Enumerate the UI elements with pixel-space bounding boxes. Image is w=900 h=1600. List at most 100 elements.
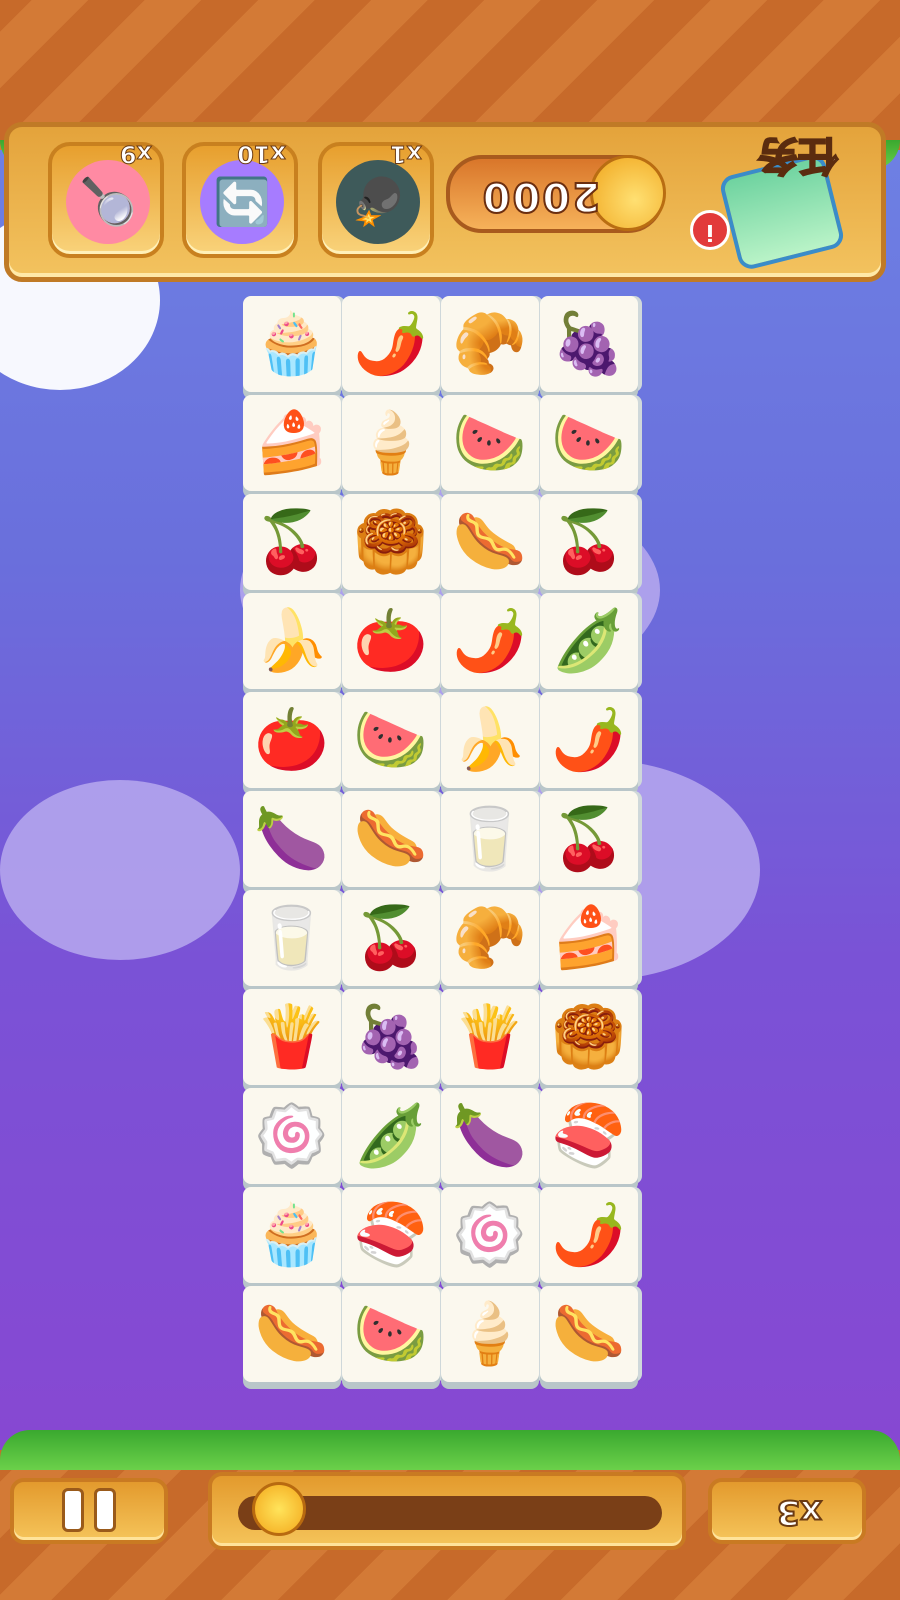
task-label: 任务 [757,131,839,179]
tile[interactable]: 🍒 [342,890,440,986]
tile-item-icon: 🍥 [254,1101,330,1171]
tile[interactable]: 🌭 [243,1286,341,1382]
tile[interactable]: 🍦 [441,1286,539,1382]
tile[interactable]: 🧁 [243,296,341,392]
tile-item-icon: 🌭 [551,1299,627,1369]
powerup-count: x1 [389,140,422,169]
tile[interactable]: 🍉 [342,692,440,788]
pause-button[interactable] [30,1488,158,1540]
tile[interactable]: 🥐 [441,296,539,392]
tile[interactable]: 🥐 [441,890,539,986]
tile[interactable]: 🌭 [342,791,440,887]
tile-item-icon: 🍒 [353,903,429,973]
tile-item-icon: 🌭 [452,507,528,577]
tile[interactable]: 🍟 [243,989,341,1085]
powerup-count: x9 [119,140,152,169]
tile-item-icon: 🌶️ [551,1200,627,1270]
tile[interactable]: 🫛 [540,593,638,689]
grass-strip-top [0,1430,900,1470]
info-icon[interactable]: i [690,210,730,250]
tile-item-icon: 🧁 [254,1200,330,1270]
tile[interactable]: 🍇 [540,296,638,392]
coin-icon [590,155,666,231]
pause-icon [62,1488,116,1532]
tile[interactable]: 🍥 [441,1187,539,1283]
tile[interactable]: 🥮 [342,494,440,590]
tile[interactable]: 🍉 [441,395,539,491]
tile-item-icon: 🥮 [551,1002,627,1072]
tile[interactable]: 🥮 [540,989,638,1085]
tile[interactable]: 🍣 [540,1088,638,1184]
powerup-shuffle-button[interactable]: 🔄 x10 [182,140,298,258]
tile[interactable]: 🌭 [540,1286,638,1382]
tile[interactable]: 🍥 [243,1088,341,1184]
tile[interactable]: 🫛 [342,1088,440,1184]
tile-item-icon: 🍣 [551,1101,627,1171]
tile[interactable]: 🍦 [342,395,440,491]
tile[interactable]: 🍅 [243,692,341,788]
powerup-bomb-button[interactable]: 💣 x1 [318,140,434,258]
tile[interactable]: 🥛 [441,791,539,887]
tile[interactable]: 🍌 [441,692,539,788]
level-progress-bar [228,1482,672,1544]
tile[interactable]: 🥛 [243,890,341,986]
tile-item-icon: 🍌 [452,705,528,775]
tile[interactable]: 🍰 [243,395,341,491]
tile-item-icon: 🍥 [452,1200,528,1270]
tile-item-icon: 🍆 [254,804,330,874]
tile-item-icon: 🍌 [254,606,330,676]
tile-item-icon: 🍉 [353,1299,429,1369]
game-stage: x3 🧁 🌶️ 🥐 🍇 🍰 🍦 🍉 🍉 🍒 🥮 🌭 🍒 🍌 🍅 🌶️ 🫛 🍅 🍉 🍌 🌶️ 🍆 🌭 🥛 🍒 🥛 🍒 🥐 🍰 🍟 🍇 🍟 🥮 🍥 🫛… [0,0,900,1600]
tile-item-icon: 🍅 [254,705,330,775]
tile-item-icon: 🍒 [551,804,627,874]
tile-item-icon: 🍣 [353,1200,429,1270]
task-button[interactable]: 任务 i [690,131,856,280]
tile[interactable]: 🍟 [441,989,539,1085]
tile[interactable]: 🍆 [441,1088,539,1184]
tile-item-icon: 🫛 [551,606,627,676]
tile-item-icon: 🌶️ [353,309,429,379]
coin-counter: 2000 [446,155,666,233]
tile[interactable]: 🌶️ [540,692,638,788]
tile[interactable]: 🍉 [540,395,638,491]
powerup-count: x10 [237,140,287,169]
tile[interactable]: 🌶️ [540,1187,638,1283]
tile[interactable]: 🍇 [342,989,440,1085]
tile[interactable]: 🌶️ [441,593,539,689]
tile-item-icon: 🌶️ [452,606,528,676]
tile[interactable]: 🍉 [342,1286,440,1382]
tile-item-icon: 🍉 [551,408,627,478]
tile-item-icon: 🍆 [452,1101,528,1171]
tile-item-icon: 🥐 [452,903,528,973]
shuffle-icon: 🔄 [200,160,284,244]
tile-item-icon: 🍦 [452,1299,528,1369]
tile-item-icon: 🍒 [254,507,330,577]
tile[interactable]: 🌭 [441,494,539,590]
tile-item-icon: 🍟 [452,1002,528,1072]
sun-knob-icon [252,1482,306,1536]
tile[interactable]: 🍒 [540,494,638,590]
tile[interactable]: 🌶️ [342,296,440,392]
tile-item-icon: 🍟 [254,1002,330,1072]
tile-item-icon: 🍉 [452,408,528,478]
tile[interactable]: 🍒 [540,791,638,887]
tile-item-icon: 🍒 [551,507,627,577]
tile-item-icon: 🫛 [353,1101,429,1171]
tile[interactable]: 🍆 [243,791,341,887]
tile[interactable]: 🍒 [243,494,341,590]
tile-item-icon: 🍉 [353,705,429,775]
powerup-magnifier-button[interactable]: 🔍 x9 [48,140,164,258]
tile[interactable]: 🍣 [342,1187,440,1283]
lives-count: x3 [775,1491,823,1533]
tile-item-icon: 🍅 [353,606,429,676]
cloud [0,780,240,960]
tile[interactable]: 🍰 [540,890,638,986]
tile[interactable]: 🧁 [243,1187,341,1283]
tile[interactable]: 🍅 [342,593,440,689]
tile-item-icon: 🥛 [254,903,330,973]
tile-item-icon: 🍇 [551,309,627,379]
tile-item-icon: 🧁 [254,309,330,379]
tile-item-icon: 🥮 [353,507,429,577]
tile[interactable]: 🍌 [243,593,341,689]
tile-board: 🧁 🌶️ 🥐 🍇 🍰 🍦 🍉 🍉 🍒 🥮 🌭 🍒 🍌 🍅 🌶️ 🫛 🍅 🍉 🍌 🌶️ 🍆 🌭 🥛 🍒 🥛 🍒 🥐 🍰 🍟 🍇 🍟 🥮 🍥 🫛 🍆 🍣 🧁… [238,288,642,1390]
